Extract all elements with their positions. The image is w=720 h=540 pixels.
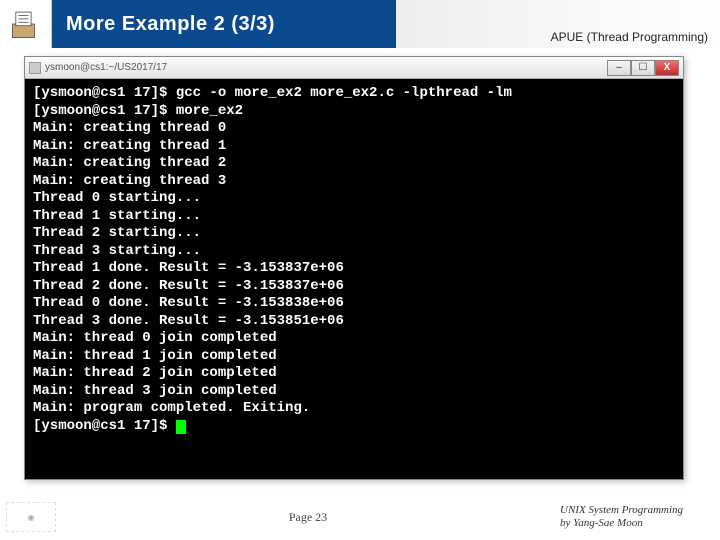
terminal-line: Thread 0 done. Result = -3.153838e+06 [33, 295, 675, 313]
terminal-line: [ysmoon@cs1 17]$ more_ex2 [33, 103, 675, 121]
terminal-line: Main: creating thread 3 [33, 173, 675, 191]
slide-logo-icon [0, 0, 52, 48]
maximize-button[interactable]: ☐ [631, 60, 655, 76]
window-titlebar[interactable]: ysmoon@cs1:~/US2017/17 – ☐ X [25, 57, 683, 79]
terminal-line: Main: thread 0 join completed [33, 330, 675, 348]
terminal-line: Thread 1 done. Result = -3.153837e+06 [33, 260, 675, 278]
close-button[interactable]: X [655, 60, 679, 76]
terminal-line: Main: thread 2 join completed [33, 365, 675, 383]
terminal-line: Main: creating thread 0 [33, 120, 675, 138]
terminal-line: Main: creating thread 2 [33, 155, 675, 173]
footer-credit: UNIX System Programming by Yang-Sae Moon [560, 504, 720, 530]
terminal-line: Main: thread 1 join completed [33, 348, 675, 366]
footer-credit-line2: by Yang-Sae Moon [560, 517, 710, 530]
terminal-line: Main: thread 3 join completed [33, 383, 675, 401]
terminal-line: Main: program completed. Exiting. [33, 400, 675, 418]
terminal-line: Main: creating thread 1 [33, 138, 675, 156]
terminal-line: [ysmoon@cs1 17]$ [33, 418, 675, 436]
terminal-window: ysmoon@cs1:~/US2017/17 – ☐ X [ysmoon@cs1… [24, 56, 684, 480]
slide-footer: ◉ Page 23 UNIX System Programming by Yan… [0, 502, 720, 532]
page-number: Page 23 [56, 510, 560, 525]
terminal-icon [29, 62, 41, 74]
window-title: ysmoon@cs1:~/US2017/17 [45, 62, 607, 73]
terminal-line: [ysmoon@cs1 17]$ gcc -o more_ex2 more_ex… [33, 85, 675, 103]
terminal-line: Thread 2 starting... [33, 225, 675, 243]
slide-subtitle: APUE (Thread Programming) [551, 30, 708, 44]
terminal-line: Thread 0 starting... [33, 190, 675, 208]
terminal-line: Thread 3 starting... [33, 243, 675, 261]
terminal-body[interactable]: [ysmoon@cs1 17]$ gcc -o more_ex2 more_ex… [25, 79, 683, 479]
terminal-line: Thread 3 done. Result = -3.153851e+06 [33, 313, 675, 331]
minimize-button[interactable]: – [607, 60, 631, 76]
slide-title: More Example 2 (3/3) [52, 13, 275, 36]
footer-credit-line1: UNIX System Programming [560, 504, 710, 517]
university-logo-icon: ◉ [6, 502, 56, 532]
terminal-line: Thread 1 starting... [33, 208, 675, 226]
terminal-line: Thread 2 done. Result = -3.153837e+06 [33, 278, 675, 296]
cursor-icon [176, 420, 186, 434]
